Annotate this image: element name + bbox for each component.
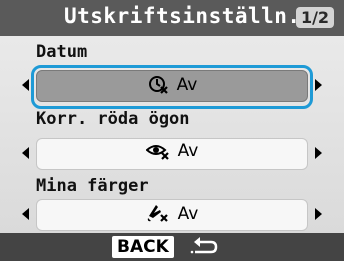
- setting-value-box-my-colors[interactable]: Av: [36, 199, 308, 231]
- arrow-left-icon[interactable]: [22, 147, 29, 159]
- back-button[interactable]: BACK: [112, 236, 219, 258]
- arrow-left-icon[interactable]: [22, 208, 29, 220]
- date-icon: [148, 76, 168, 94]
- setting-label-red-eye: Korr. röda ögon: [36, 109, 190, 129]
- arrow-right-icon[interactable]: [315, 208, 322, 220]
- my-colors-icon: [147, 205, 168, 222]
- page-indicator: 1/2: [296, 7, 334, 28]
- return-arrow-icon: [191, 237, 218, 254]
- setting-value-my-colors: Av: [177, 204, 199, 224]
- setting-row-my-colors[interactable]: Av: [22, 199, 322, 231]
- setting-value-box-date[interactable]: Av: [36, 70, 308, 102]
- setting-value-red-eye: Av: [177, 141, 199, 161]
- arrow-right-icon[interactable]: [315, 79, 322, 91]
- setting-label-date: Datum: [36, 42, 88, 62]
- setting-row-red-eye[interactable]: Av: [22, 138, 322, 170]
- setting-label-my-colors: Mina färger: [36, 176, 149, 196]
- red-eye-icon: [145, 145, 169, 160]
- print-settings-screen: Utskriftsinställn. 1/2 Datum Av Korr. rö…: [0, 0, 344, 261]
- arrow-left-icon[interactable]: [22, 79, 29, 91]
- footer-bar: BACK: [0, 233, 344, 261]
- setting-row-date[interactable]: Av: [22, 65, 322, 109]
- setting-value-box-red-eye[interactable]: Av: [36, 138, 308, 170]
- back-label: BACK: [112, 236, 174, 258]
- header-bar: Utskriftsinställn. 1/2: [0, 0, 344, 36]
- setting-value-date: Av: [176, 75, 198, 95]
- arrow-right-icon[interactable]: [315, 147, 322, 159]
- page-title: Utskriftsinställn.: [64, 4, 301, 28]
